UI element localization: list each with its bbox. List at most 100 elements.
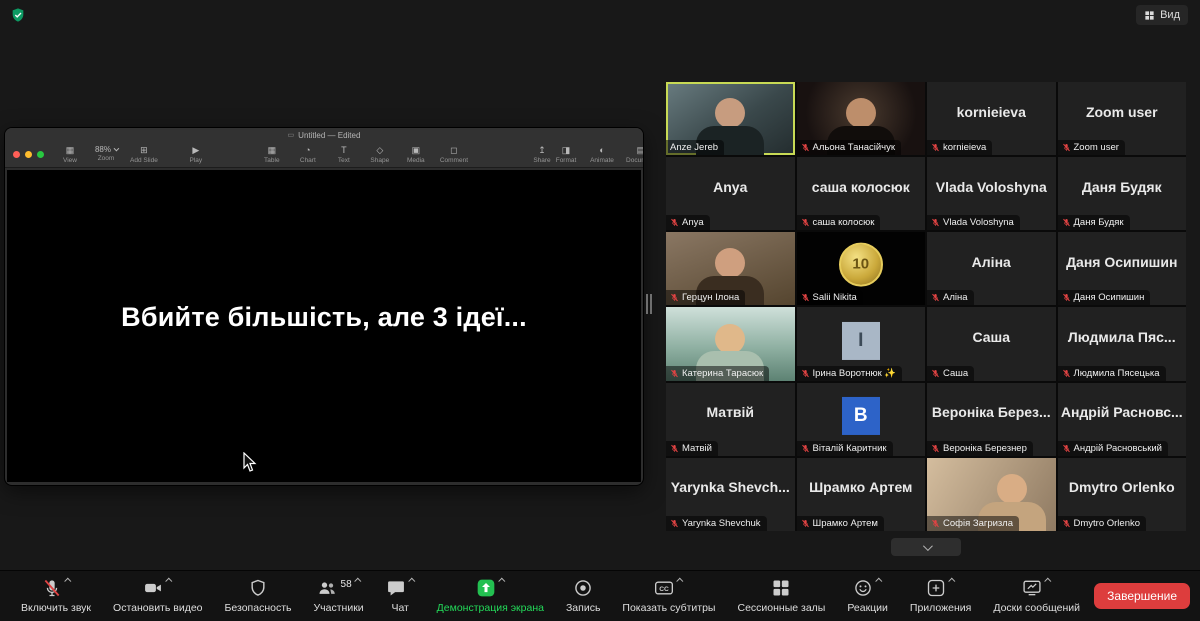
- panel-resize-handle[interactable]: [646, 294, 652, 314]
- participants-icon: [317, 578, 337, 598]
- participant-name-label: Zoom user: [1074, 142, 1119, 153]
- participant-display-name: Матвій: [666, 383, 795, 442]
- mic-muted-icon: [801, 519, 810, 528]
- participant-tile-anze-jereb[interactable]: Anze Jereb: [666, 82, 795, 155]
- participant-tile-kornieieva[interactable]: kornieieva kornieieva: [927, 82, 1056, 155]
- participant-tile-kateryna[interactable]: Катерина Тарасюк: [666, 307, 795, 380]
- reactions-button[interactable]: Реакции: [836, 571, 899, 621]
- participant-tile-alona[interactable]: Альона Танасійчук: [797, 82, 926, 155]
- toolbar-table[interactable]: ▦ Table: [260, 145, 284, 164]
- close-window-icon[interactable]: [13, 151, 20, 158]
- chevron-up-icon[interactable]: [354, 578, 361, 585]
- share-icon: ↥: [538, 145, 546, 156]
- participant-tile-zoom-user[interactable]: Zoom user Zoom user: [1058, 82, 1187, 155]
- captions-button[interactable]: CC Показать субтитры: [611, 571, 726, 621]
- participant-tile-anya[interactable]: Anya Anya: [666, 157, 795, 230]
- add-slide-icon: ⊞: [140, 145, 148, 156]
- breakout-rooms-button[interactable]: Сессионные залы: [726, 571, 836, 621]
- video-silhouette: [715, 98, 745, 128]
- end-meeting-button[interactable]: Завершение: [1094, 583, 1190, 609]
- record-button[interactable]: Запись: [555, 571, 611, 621]
- participant-tile-sasha[interactable]: Саша Саша: [927, 307, 1056, 380]
- participant-display-name: Саша: [927, 307, 1056, 366]
- participant-tile-vitalii[interactable]: B Віталій Каритник: [797, 383, 926, 456]
- unmute-button[interactable]: Включить звук: [10, 571, 102, 621]
- fullscreen-window-icon[interactable]: [37, 151, 44, 158]
- view-button[interactable]: Вид: [1136, 5, 1188, 25]
- chevron-up-icon[interactable]: [498, 578, 505, 585]
- mic-muted-icon: [1062, 519, 1071, 528]
- mic-muted-icon: [801, 444, 810, 453]
- chevron-up-icon[interactable]: [875, 578, 882, 585]
- chevron-up-icon[interactable]: [408, 578, 415, 585]
- whiteboards-button[interactable]: Доски сообщений: [982, 571, 1091, 621]
- participant-tile-hertsun-ilona[interactable]: Герцун Ілона: [666, 232, 795, 305]
- toolbar-text[interactable]: T Text: [332, 145, 356, 164]
- participant-tile-matvii[interactable]: Матвій Матвій: [666, 383, 795, 456]
- format-icon: ◨: [562, 145, 571, 156]
- participant-tile-yarynka[interactable]: Yarynka Shevch... Yarynka Shevchuk: [666, 458, 795, 531]
- participant-tile-dmytro[interactable]: Dmytro Orlenko Dmytro Orlenko: [1058, 458, 1187, 531]
- participant-tile-dania-osypyshyn[interactable]: Даня Осипишин Даня Осипишин: [1058, 232, 1187, 305]
- participant-tile-veronika[interactable]: Вероніка Берез... Вероніка Березнер: [927, 383, 1056, 456]
- chevron-up-icon[interactable]: [677, 578, 684, 585]
- participant-tile-sofiia[interactable]: Софія Загризла: [927, 458, 1056, 531]
- chevron-up-icon[interactable]: [948, 578, 955, 585]
- share-screen-button[interactable]: Демонстрация экрана: [426, 571, 555, 621]
- mic-muted-icon: [931, 519, 940, 528]
- toolbar-share[interactable]: ↥ Share: [530, 145, 554, 164]
- chevron-up-icon[interactable]: [64, 578, 71, 585]
- coin-video-thumbnail: 10: [839, 243, 883, 287]
- mic-muted-icon: [801, 218, 810, 227]
- participant-display-name: Андрій Расновс...: [1058, 383, 1187, 442]
- participant-display-name: kornieieva: [927, 82, 1056, 141]
- participant-tile-vlada[interactable]: Vlada Voloshyna Vlada Voloshyna: [927, 157, 1056, 230]
- participant-tile-alina[interactable]: Аліна Аліна: [927, 232, 1056, 305]
- chat-button[interactable]: Чат: [375, 571, 426, 621]
- video-silhouette: [997, 474, 1027, 504]
- participant-name-label: Ірина Воротнюк ✨: [813, 368, 897, 379]
- mic-muted-icon: [801, 293, 810, 302]
- chevron-up-icon[interactable]: [1044, 578, 1051, 585]
- chevron-up-icon[interactable]: [166, 578, 173, 585]
- view-button-label: Вид: [1160, 9, 1180, 21]
- participants-gallery: Anze Jereb Альона Танасійчук kornieieva …: [666, 82, 1186, 531]
- participant-tile-iryna[interactable]: I Ірина Воротнюк ✨: [797, 307, 926, 380]
- participant-tile-liudmyla[interactable]: Людмила Пяс... Людмила Пясецька: [1058, 307, 1187, 380]
- whiteboard-icon: [1022, 578, 1042, 598]
- toolbar-comment[interactable]: ◻ Comment: [440, 145, 468, 164]
- participant-tile-salii-nikita[interactable]: 10 Salii Nikita: [797, 232, 926, 305]
- toolbar-animate[interactable]: ◐ Animate: [590, 145, 614, 164]
- participant-tile-andrii[interactable]: Андрій Расновс... Андрій Расновський: [1058, 383, 1187, 456]
- window-title-bar: ▭ Untitled — Edited: [5, 128, 643, 142]
- toolbar-format[interactable]: ◨ Format: [554, 145, 578, 164]
- participant-tile-sasha-kolosiuk[interactable]: саша колосюк саша колосюк: [797, 157, 926, 230]
- gallery-scroll-down-button[interactable]: [891, 538, 961, 556]
- participant-name-label: Людмила Пясецька: [1074, 368, 1160, 379]
- participant-name-label: саша колосюк: [813, 217, 875, 228]
- share-screen-icon: [476, 578, 496, 598]
- window-controls[interactable]: [13, 151, 44, 158]
- toolbar-shape[interactable]: ◇ Shape: [368, 145, 392, 164]
- minimize-window-icon[interactable]: [25, 151, 32, 158]
- video-silhouette: [715, 248, 745, 278]
- participant-tile-dania-budiak[interactable]: Даня Будяк Даня Будяк: [1058, 157, 1187, 230]
- toolbar-play[interactable]: ▶ Play: [184, 145, 208, 164]
- window-title: Untitled — Edited: [298, 131, 360, 140]
- security-button[interactable]: Безопасность: [214, 571, 303, 621]
- participant-name-label: Даня Осипишин: [1074, 292, 1145, 303]
- toolbar-add-slide[interactable]: ⊞ Add Slide: [130, 145, 158, 164]
- participant-name-label: Віталій Каритник: [813, 443, 887, 454]
- toolbar-document[interactable]: ▤ Document: [626, 145, 643, 164]
- meeting-top-bar: Вид: [0, 0, 1200, 30]
- participants-button[interactable]: 58 Участники: [303, 571, 375, 621]
- toolbar-zoom[interactable]: 88% Zoom: [94, 145, 118, 164]
- toolbar-media[interactable]: ▣ Media: [404, 145, 428, 164]
- toolbar-chart[interactable]: ◔ Chart: [296, 145, 320, 164]
- participant-name-label: Anze Jereb: [670, 142, 718, 153]
- toolbar-view[interactable]: ▦ View: [58, 145, 82, 164]
- shape-icon: ◇: [376, 145, 383, 156]
- apps-button[interactable]: Приложения: [899, 571, 982, 621]
- participant-tile-shramko[interactable]: Шрамко Артем Шрамко Артем: [797, 458, 926, 531]
- stop-video-button[interactable]: Остановить видео: [102, 571, 213, 621]
